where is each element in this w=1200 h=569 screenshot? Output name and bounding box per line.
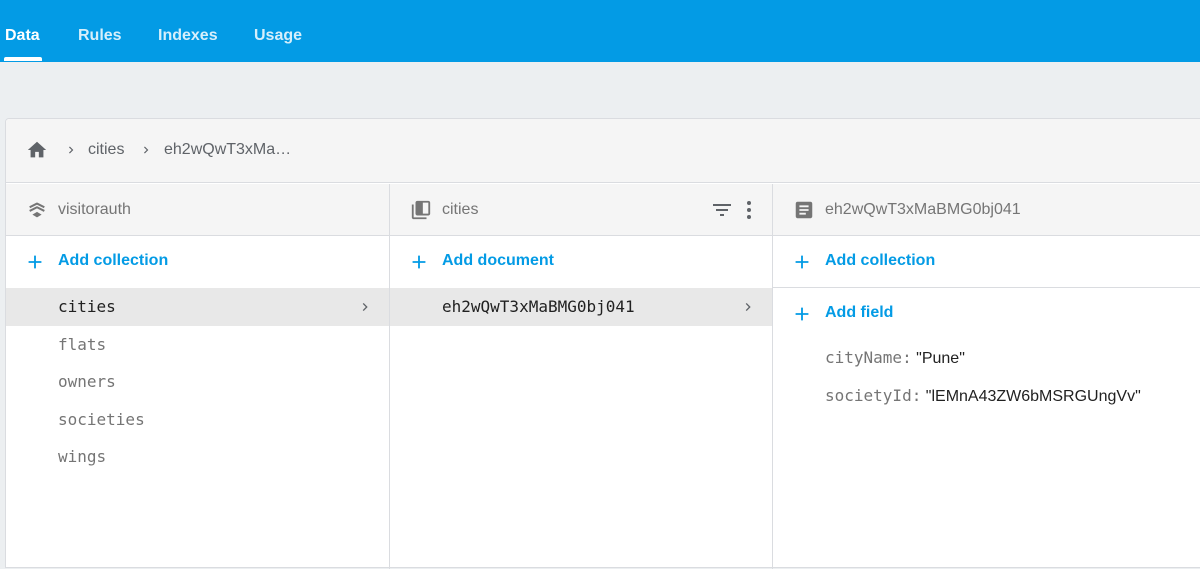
collection-item-cities[interactable]: cities xyxy=(6,288,389,326)
collection-item-wings[interactable]: wings xyxy=(6,438,389,476)
breadcrumb: cities eh2wQwT3xMa… xyxy=(6,119,1200,183)
top-tab-bar: Data Rules Indexes Usage xyxy=(0,0,1200,62)
breadcrumb-item-cities[interactable]: cities xyxy=(88,141,124,159)
home-icon[interactable] xyxy=(26,139,48,161)
collection-item-flats[interactable]: flats xyxy=(6,326,389,364)
add-document-label: Add document xyxy=(442,252,554,269)
filter-icon[interactable] xyxy=(710,198,734,222)
root-column: visitorauth Add collection cities flats … xyxy=(6,184,390,569)
layers-icon xyxy=(29,202,45,218)
document-column: eh2wQwT3xMaBMG0bj041 Add collection Add … xyxy=(773,184,1200,569)
chevron-right-icon xyxy=(745,303,751,311)
chevron-right-icon xyxy=(362,303,368,311)
add-collection-button[interactable]: Add collection xyxy=(6,236,389,288)
list-item-label: eh2wQwT3xMaBMG0bj041 xyxy=(442,297,635,316)
collection-title: cities xyxy=(442,201,479,218)
field-row-societyId[interactable]: societyId: "lEMnA43ZW6bMSRGUngVv" xyxy=(825,386,1141,406)
data-viewer-panel: cities eh2wQwT3xMa… visitorauth Add coll… xyxy=(5,118,1200,569)
add-document-button[interactable]: Add document xyxy=(390,236,772,288)
plus-icon xyxy=(28,255,42,269)
project-title: visitorauth xyxy=(58,201,131,218)
document-column-header: eh2wQwT3xMaBMG0bj041 xyxy=(773,184,1200,236)
field-key: societyId: xyxy=(825,386,922,405)
collection-column: cities Add document eh2wQwT3xMaBMG0bj041 xyxy=(390,184,773,569)
document-item[interactable]: eh2wQwT3xMaBMG0bj041 xyxy=(390,288,772,326)
list-item-label: owners xyxy=(58,372,116,391)
list-item-label: wings xyxy=(58,447,107,466)
field-value: "Pune" xyxy=(916,350,965,367)
tab-rules[interactable]: Rules xyxy=(78,0,122,62)
tab-indexes[interactable]: Indexes xyxy=(158,0,218,62)
collection-item-owners[interactable]: owners xyxy=(6,363,389,401)
plus-icon xyxy=(795,307,809,321)
collection-icon xyxy=(411,200,431,220)
tab-usage[interactable]: Usage xyxy=(254,0,302,62)
more-vert-icon[interactable] xyxy=(737,198,761,222)
add-collection-label: Add collection xyxy=(58,252,169,269)
root-column-header: visitorauth xyxy=(6,184,389,236)
add-subcollection-label: Add collection xyxy=(825,252,936,269)
tab-data[interactable]: Data xyxy=(5,0,40,62)
chevron-right-icon xyxy=(144,146,149,154)
add-field-button[interactable]: Add field xyxy=(773,288,1200,340)
collection-column-header: cities xyxy=(390,184,772,236)
chevron-right-icon xyxy=(69,146,74,154)
plus-icon xyxy=(412,255,426,269)
list-item-label: societies xyxy=(58,409,145,429)
active-tab-indicator xyxy=(4,57,42,61)
breadcrumb-item-document[interactable]: eh2wQwT3xMa… xyxy=(164,141,291,159)
list-item-label: flats xyxy=(58,334,107,354)
add-subcollection-button[interactable]: Add collection xyxy=(773,236,1200,288)
field-key: cityName: xyxy=(825,348,912,367)
collection-item-societies[interactable]: societies xyxy=(6,401,389,439)
list-item-label: cities xyxy=(58,297,116,316)
plus-icon xyxy=(795,255,809,269)
document-icon xyxy=(795,201,813,219)
document-title: eh2wQwT3xMaBMG0bj041 xyxy=(825,201,1021,218)
document-list: eh2wQwT3xMaBMG0bj041 xyxy=(390,288,772,326)
field-row-cityName[interactable]: cityName: "Pune" xyxy=(825,348,965,368)
collection-list: cities flats owners societies wings xyxy=(6,288,389,476)
add-field-label: Add field xyxy=(825,304,894,321)
field-value: "lEMnA43ZW6bMSRGUngVv" xyxy=(925,388,1141,405)
